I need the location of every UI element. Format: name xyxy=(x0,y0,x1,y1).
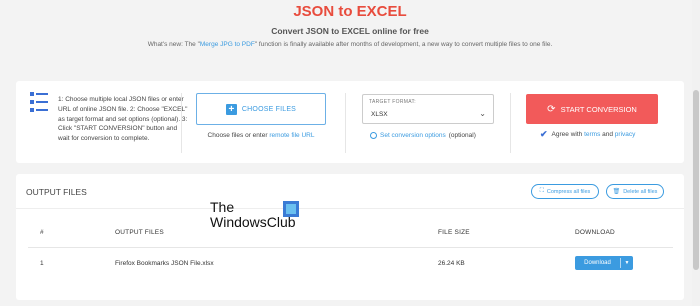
choose-files-label: CHOOSE FILES xyxy=(241,105,297,113)
whats-new-prefix: What's new: The " xyxy=(147,41,200,48)
download-button[interactable]: Download ▼ xyxy=(575,256,633,270)
output-files-title: OUTPUT FILES xyxy=(26,187,87,197)
choose-hint-prefix: Choose files or enter xyxy=(207,132,270,139)
steps-instructions: 1: Choose multiple local JSON files or e… xyxy=(58,96,188,143)
windowsclub-logo-icon xyxy=(283,201,299,217)
column-header-file: OUTPUT FILES xyxy=(115,229,164,236)
merge-jpg-link[interactable]: Merge JPG to PDF xyxy=(200,41,255,48)
delete-all-label: Delete all files xyxy=(623,188,658,195)
agree-checkbox[interactable]: ✔ xyxy=(540,129,548,140)
choose-files-hint: Choose files or enter remote file URL xyxy=(196,132,326,139)
agree-text: Agree with terms and privacy xyxy=(552,131,636,138)
divider xyxy=(181,93,182,153)
whats-new-suffix: " function is finally available after mo… xyxy=(254,41,553,48)
target-format-select[interactable]: TARGET FORMAT: XLSX ⌄ xyxy=(362,94,494,124)
compress-icon: ⛶ xyxy=(539,188,544,194)
remote-file-url-link[interactable]: remote file URL xyxy=(269,132,314,139)
set-conversion-options-link[interactable]: Set conversion options xyxy=(380,132,446,139)
compress-all-label: Compress all files xyxy=(546,188,591,195)
agree-and: and xyxy=(600,131,615,138)
output-files-panel: OUTPUT FILES ⛶ Compress all files 🗑 Dele… xyxy=(16,174,684,300)
column-header-size: FILE SIZE xyxy=(438,229,470,236)
caret-down-icon[interactable]: ▼ xyxy=(621,260,633,266)
chevron-down-icon: ⌄ xyxy=(479,109,486,118)
divider xyxy=(345,93,346,153)
conversion-options: Set conversion options (optional) xyxy=(370,132,476,139)
conversion-panel: 1: Choose multiple local JSON files or e… xyxy=(16,81,684,163)
row-file-name: Firefox Bookmarks JSON File.xlsx xyxy=(115,260,214,267)
compress-all-button[interactable]: ⛶ Compress all files xyxy=(531,184,599,199)
target-format-value: XLSX xyxy=(371,111,388,118)
page-scrollbar[interactable] xyxy=(692,0,700,306)
divider xyxy=(510,93,511,153)
whats-new-notice: What's new: The "Merge JPG to PDF" funct… xyxy=(0,41,700,48)
page-title: JSON to EXCEL xyxy=(293,3,407,20)
start-conversion-label: START CONVERSION xyxy=(560,104,637,114)
numbered-list-icon xyxy=(30,92,48,112)
conversion-options-suffix: (optional) xyxy=(448,132,476,139)
scrollbar-thumb[interactable] xyxy=(693,90,699,270)
page-subtitle: Convert JSON to EXCEL online for free xyxy=(271,26,429,36)
agree-prefix: Agree with xyxy=(551,131,585,138)
delete-all-button[interactable]: 🗑 Delete all files xyxy=(606,184,664,199)
target-format-label: TARGET FORMAT: xyxy=(369,99,416,105)
agree-terms: ✔ Agree with terms and privacy xyxy=(540,129,635,140)
privacy-link[interactable]: privacy xyxy=(615,131,636,138)
column-header-download: DOWNLOAD xyxy=(575,229,615,236)
divider xyxy=(28,247,673,248)
row-file-size: 26.24 KB xyxy=(438,260,465,267)
watermark-line2: WindowsClub xyxy=(210,214,296,230)
trash-icon: 🗑 xyxy=(612,189,621,195)
row-num: 1 xyxy=(40,260,44,267)
choose-files-button[interactable]: + CHOOSE FILES xyxy=(196,93,326,125)
start-conversion-button[interactable]: ⟳ START CONVERSION xyxy=(526,94,658,124)
terms-link[interactable]: terms xyxy=(584,131,600,138)
download-label: Download xyxy=(584,260,611,266)
column-header-num: # xyxy=(40,229,44,236)
gear-icon xyxy=(370,132,377,139)
refresh-icon: ⟳ xyxy=(547,103,556,115)
divider xyxy=(16,208,684,209)
plus-icon: + xyxy=(225,103,237,115)
